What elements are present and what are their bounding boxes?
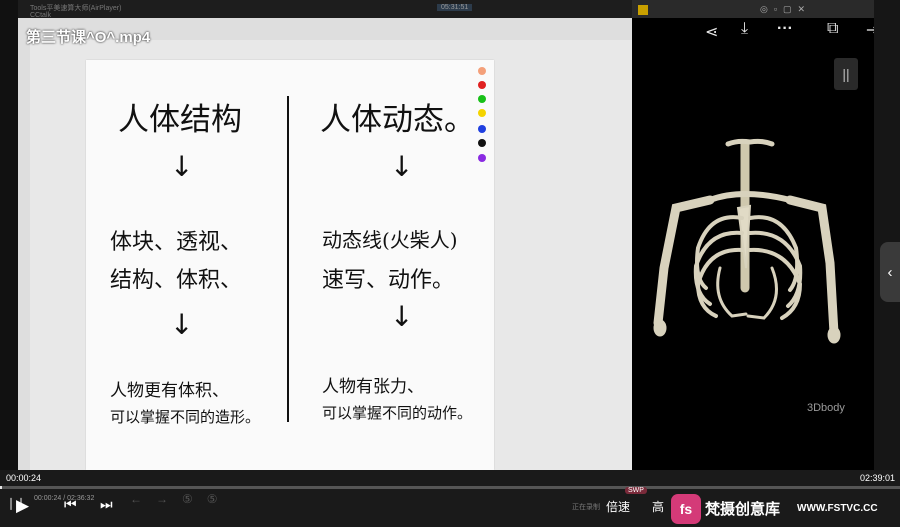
- right-line-2: 速写、动作。: [322, 268, 455, 293]
- left-arrow-2: ↓: [170, 308, 194, 341]
- right-note-1: 人物有张力、: [322, 377, 424, 397]
- left-arrow-1: ↓: [170, 150, 194, 183]
- palette-color-4[interactable]: [478, 109, 486, 117]
- viewer-pause-button[interactable]: ||: [834, 58, 858, 90]
- previous-button[interactable]: ⏮: [64, 496, 77, 513]
- ribcage-model: [653, 138, 841, 344]
- recording-label: 正在录制: [572, 504, 600, 511]
- left-line-1: 体块、透视、: [110, 230, 243, 255]
- window-controls-icon[interactable]: ◎▫▢✕: [760, 4, 811, 15]
- right-heading: 人体动态。: [320, 102, 475, 138]
- current-time: 00:00:24: [6, 473, 42, 483]
- app-badge-icon: [638, 5, 648, 15]
- left-note-1: 人物更有体积、: [110, 381, 229, 401]
- play-button[interactable]: ▶: [16, 496, 29, 516]
- brand-url: WWW.FSTVC.CC: [797, 503, 878, 514]
- progress-track[interactable]: [0, 486, 900, 489]
- right-line-1: 动态线(火柴人): [322, 228, 458, 252]
- download-icon[interactable]: ⤓: [741, 20, 748, 38]
- whiteboard-divider: [287, 96, 289, 422]
- timer-chip: 05:31:51: [437, 4, 473, 11]
- progress-fill: [0, 486, 3, 489]
- side-collapse-button[interactable]: ‹: [880, 242, 900, 302]
- speed-badge: SWP: [625, 487, 647, 494]
- share-icon[interactable]: ⋖: [705, 22, 718, 42]
- video-title: 第三节课^O^.mp4: [26, 29, 151, 46]
- palette-color-6[interactable]: [478, 139, 486, 147]
- right-arrow-2: ↓: [390, 300, 414, 333]
- left-heading: 人体结构: [118, 102, 242, 138]
- total-time: 02:39:01: [860, 473, 896, 483]
- left-note-2: 可以掌握不同的造形。: [110, 408, 261, 426]
- palette-color-7[interactable]: [478, 154, 486, 162]
- pip-icon[interactable]: ⧉: [827, 20, 838, 38]
- brand-name: 梵摄创意库: [705, 501, 781, 518]
- left-margin: [0, 0, 18, 490]
- palette-color-5[interactable]: [478, 125, 486, 133]
- more-icon[interactable]: ···: [777, 20, 793, 38]
- next-button[interactable]: ⏭: [100, 496, 113, 513]
- palette-color-1[interactable]: [478, 67, 486, 75]
- left-line-2: 结构、体积、: [110, 268, 243, 293]
- fs-logo: fs: [671, 494, 701, 524]
- 3dbody-watermark: 3Dbody: [807, 402, 845, 414]
- speed-button[interactable]: 倍速: [606, 498, 630, 515]
- palette-color-3[interactable]: [478, 95, 486, 103]
- right-arrow-1: ↓: [390, 150, 414, 183]
- viewer-titlebar: [632, 0, 874, 18]
- right-note-2: 可以掌握不同的动作。: [322, 404, 473, 422]
- faded-controls-icon: ←→⑤⑤: [130, 492, 232, 506]
- palette-color-2[interactable]: [478, 81, 486, 89]
- quality-button[interactable]: 高: [652, 498, 664, 515]
